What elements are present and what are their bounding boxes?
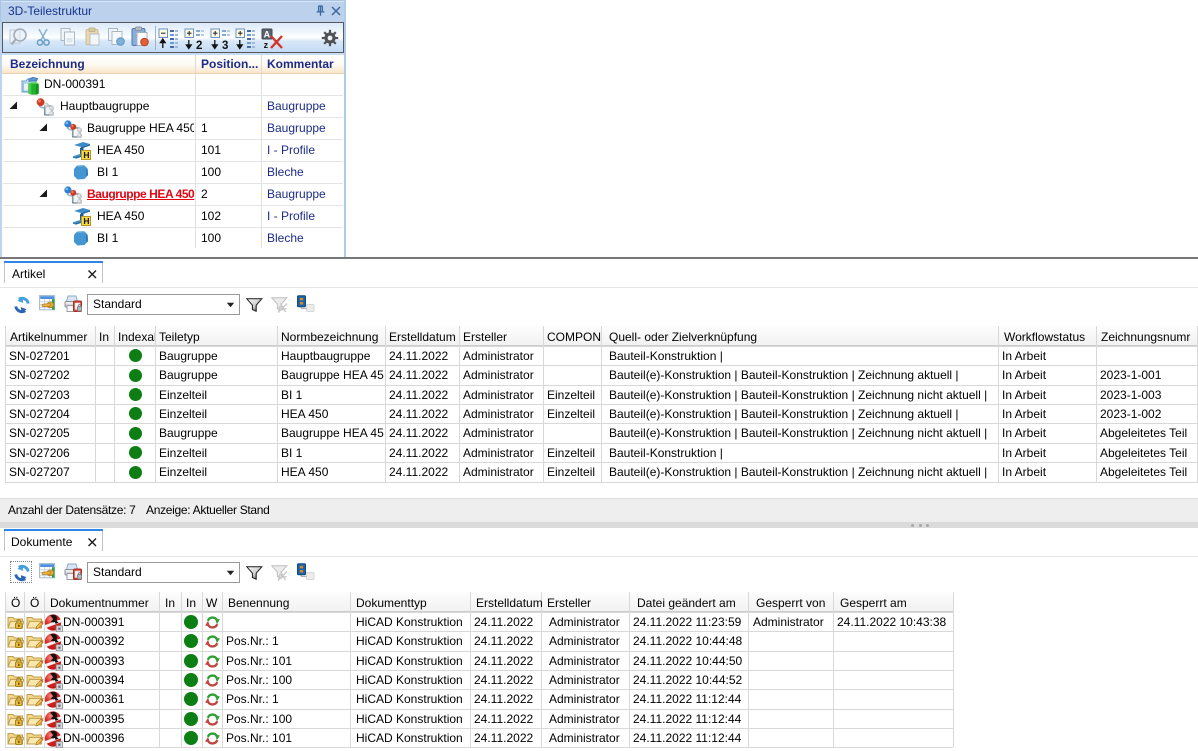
svg-text:3: 3 [222, 40, 228, 50]
svg-text:H: H [83, 216, 89, 226]
svg-text:2: 2 [196, 40, 202, 50]
svg-text:z: z [264, 40, 269, 50]
svg-text:H: H [83, 150, 89, 160]
svg-text:A: A [264, 30, 271, 40]
